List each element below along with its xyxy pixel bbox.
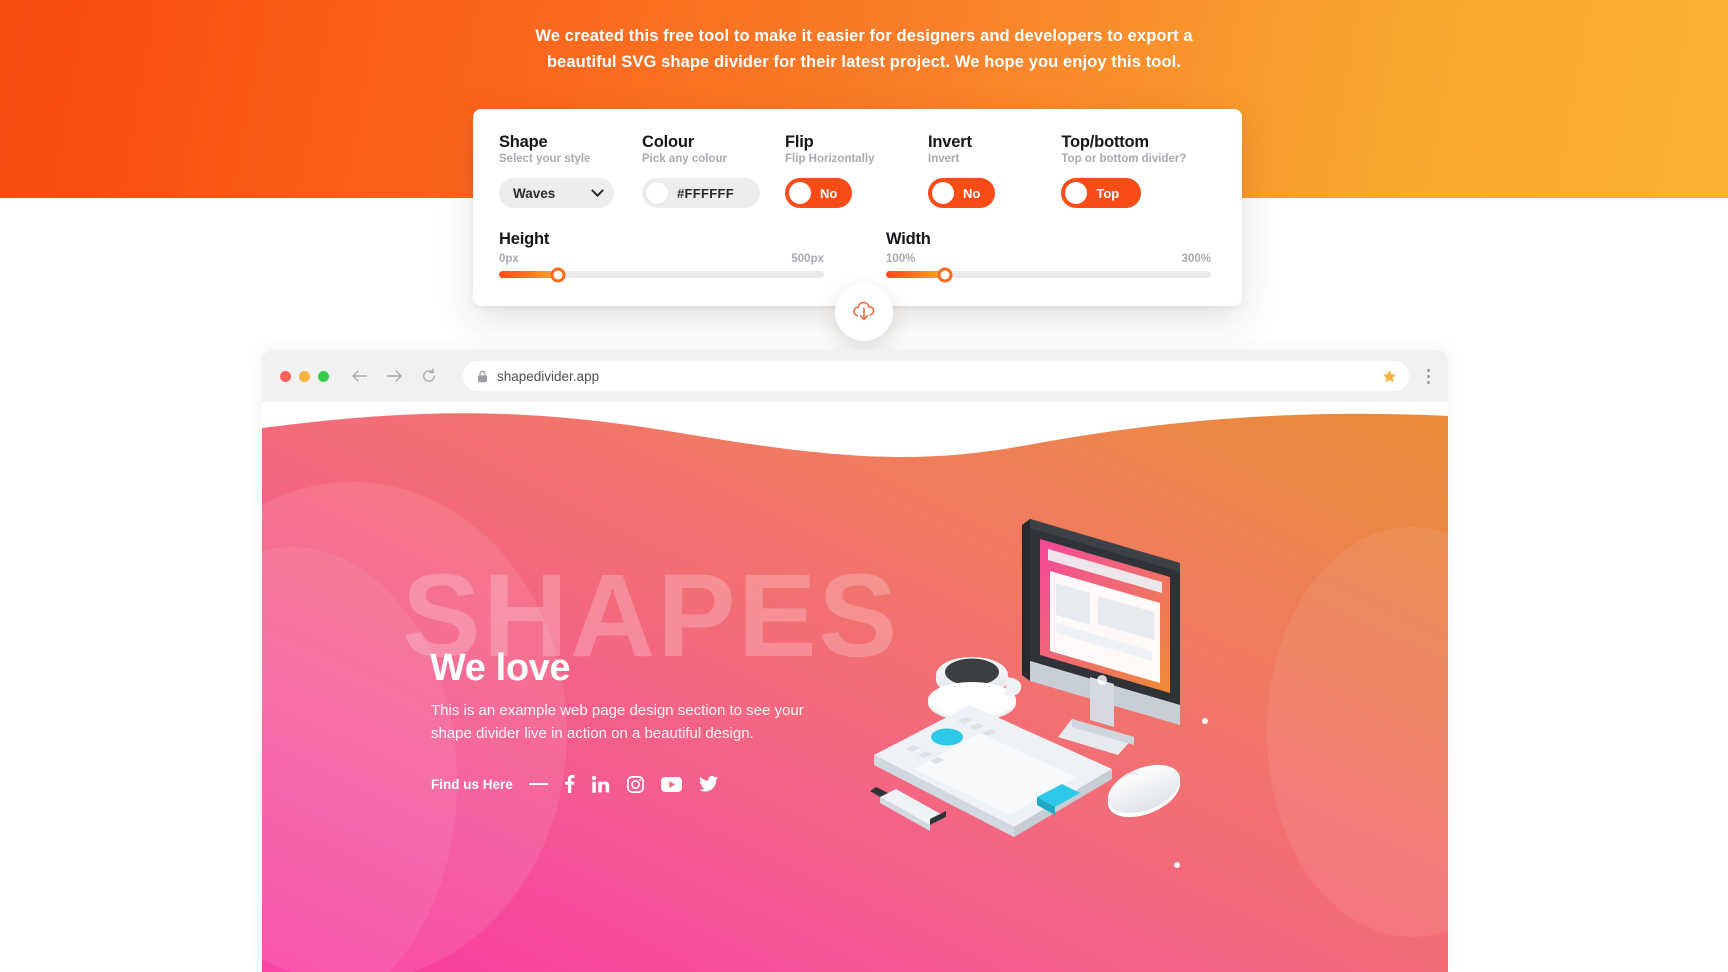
width-slider-group: Width 100% 300%: [886, 230, 1211, 282]
control-flip: Flip Flip Horizontally No: [785, 133, 928, 208]
control-top-bottom-subtitle: Top or bottom divider?: [1061, 153, 1187, 165]
control-colour: Colour Pick any colour #FFFFFF: [642, 133, 785, 208]
control-row: Shape Select your style Waves Colour Pic…: [499, 133, 1216, 208]
invert-toggle[interactable]: No: [928, 178, 996, 208]
find-us-label: Find us Here: [431, 776, 513, 792]
twitter-icon[interactable]: [698, 776, 718, 792]
browser-chrome: shapedivider.app: [262, 350, 1448, 402]
download-button[interactable]: [835, 283, 893, 341]
width-slider-track[interactable]: [886, 267, 1211, 282]
colour-value: #FFFFFF: [677, 185, 734, 201]
flip-toggle[interactable]: No: [785, 178, 853, 208]
control-invert-subtitle: Invert: [928, 153, 960, 165]
height-slider-max: 500px: [791, 253, 824, 265]
monitor: [1022, 519, 1180, 755]
control-flip-title: Flip: [785, 133, 814, 151]
cloud-download-icon: [853, 301, 875, 321]
control-panel: Shape Select your style Waves Colour Pic…: [473, 109, 1242, 306]
width-slider-min: 100%: [886, 253, 916, 265]
hero-subcopy: This is an example web page design secti…: [431, 702, 804, 742]
width-slider-max: 300%: [1181, 253, 1211, 265]
hero-headline: We love: [430, 647, 571, 689]
computer-mouse: [1107, 764, 1181, 818]
height-slider-group: Height 0px 500px: [499, 230, 824, 282]
shape-select-value: Waves: [513, 185, 556, 201]
close-window-dot[interactable]: [280, 370, 291, 382]
invert-toggle-value: No: [963, 185, 981, 201]
control-top-bottom: Top/bottom Top or bottom divider? Top: [1061, 133, 1216, 208]
youtube-icon[interactable]: [660, 776, 682, 792]
width-slider-title: Width: [886, 230, 931, 248]
control-shape-title: Shape: [499, 133, 548, 151]
page-viewport: SHAPES We love This is an example web pa…: [262, 402, 1448, 972]
toggle-knob: [932, 182, 955, 204]
control-invert-title: Invert: [928, 133, 972, 151]
reload-icon[interactable]: [421, 368, 437, 384]
control-flip-subtitle: Flip Horizontally: [785, 153, 875, 165]
control-colour-title: Colour: [642, 133, 694, 151]
colour-swatch: [646, 182, 669, 204]
toggle-knob: [1065, 182, 1088, 204]
top-bottom-toggle-value: Top: [1096, 185, 1120, 201]
shape-select[interactable]: Waves: [499, 178, 614, 208]
height-slider-thumb[interactable]: [550, 267, 565, 282]
control-colour-subtitle: Pick any colour: [642, 153, 728, 165]
control-shape-subtitle: Select your style: [499, 153, 591, 165]
control-shape: Shape Select your style Waves: [499, 133, 642, 208]
arrow-left-icon[interactable]: [351, 369, 368, 383]
control-invert: Invert Invert No: [928, 133, 1061, 208]
width-slider-fill: [886, 271, 945, 278]
facebook-icon[interactable]: [564, 775, 575, 793]
arrow-right-icon[interactable]: [386, 369, 403, 383]
top-bottom-toggle[interactable]: Top: [1061, 178, 1142, 208]
maximize-window-dot[interactable]: [318, 370, 329, 382]
hero-section: SHAPES We love This is an example web pa…: [262, 402, 1448, 972]
colour-picker[interactable]: #FFFFFF: [642, 178, 761, 208]
flip-toggle-value: No: [820, 185, 838, 201]
height-slider-track[interactable]: [499, 267, 824, 282]
linkedin-icon[interactable]: [591, 775, 610, 793]
browser-mockup: shapedivider.app SHAPES We love This is …: [262, 350, 1448, 972]
width-slider-thumb[interactable]: [937, 267, 952, 282]
find-us-row: Find us Here: [431, 775, 735, 793]
window-controls: [280, 370, 329, 382]
intro-text: We created this free tool to make it eas…: [535, 27, 1193, 71]
url-text: shapedivider.app: [497, 368, 600, 384]
height-slider-min: 0px: [499, 253, 519, 265]
height-slider-title: Height: [499, 230, 550, 248]
control-top-bottom-title: Top/bottom: [1061, 133, 1149, 151]
slider-row: Height 0px 500px Width 100% 300%: [499, 230, 1216, 282]
toggle-knob: [789, 182, 812, 204]
kebab-menu-icon[interactable]: [1427, 368, 1430, 384]
height-slider-fill: [499, 271, 558, 278]
url-bar[interactable]: shapedivider.app: [463, 361, 1409, 391]
lock-icon: [478, 370, 487, 382]
desk-workspace-illustration: [870, 519, 1181, 837]
navigation-buttons: [351, 368, 437, 384]
star-icon[interactable]: [1382, 369, 1397, 384]
divider-dash: [528, 783, 548, 785]
instagram-icon[interactable]: [626, 775, 644, 793]
chevron-down-icon: [591, 183, 604, 197]
minimize-window-dot[interactable]: [299, 370, 310, 382]
